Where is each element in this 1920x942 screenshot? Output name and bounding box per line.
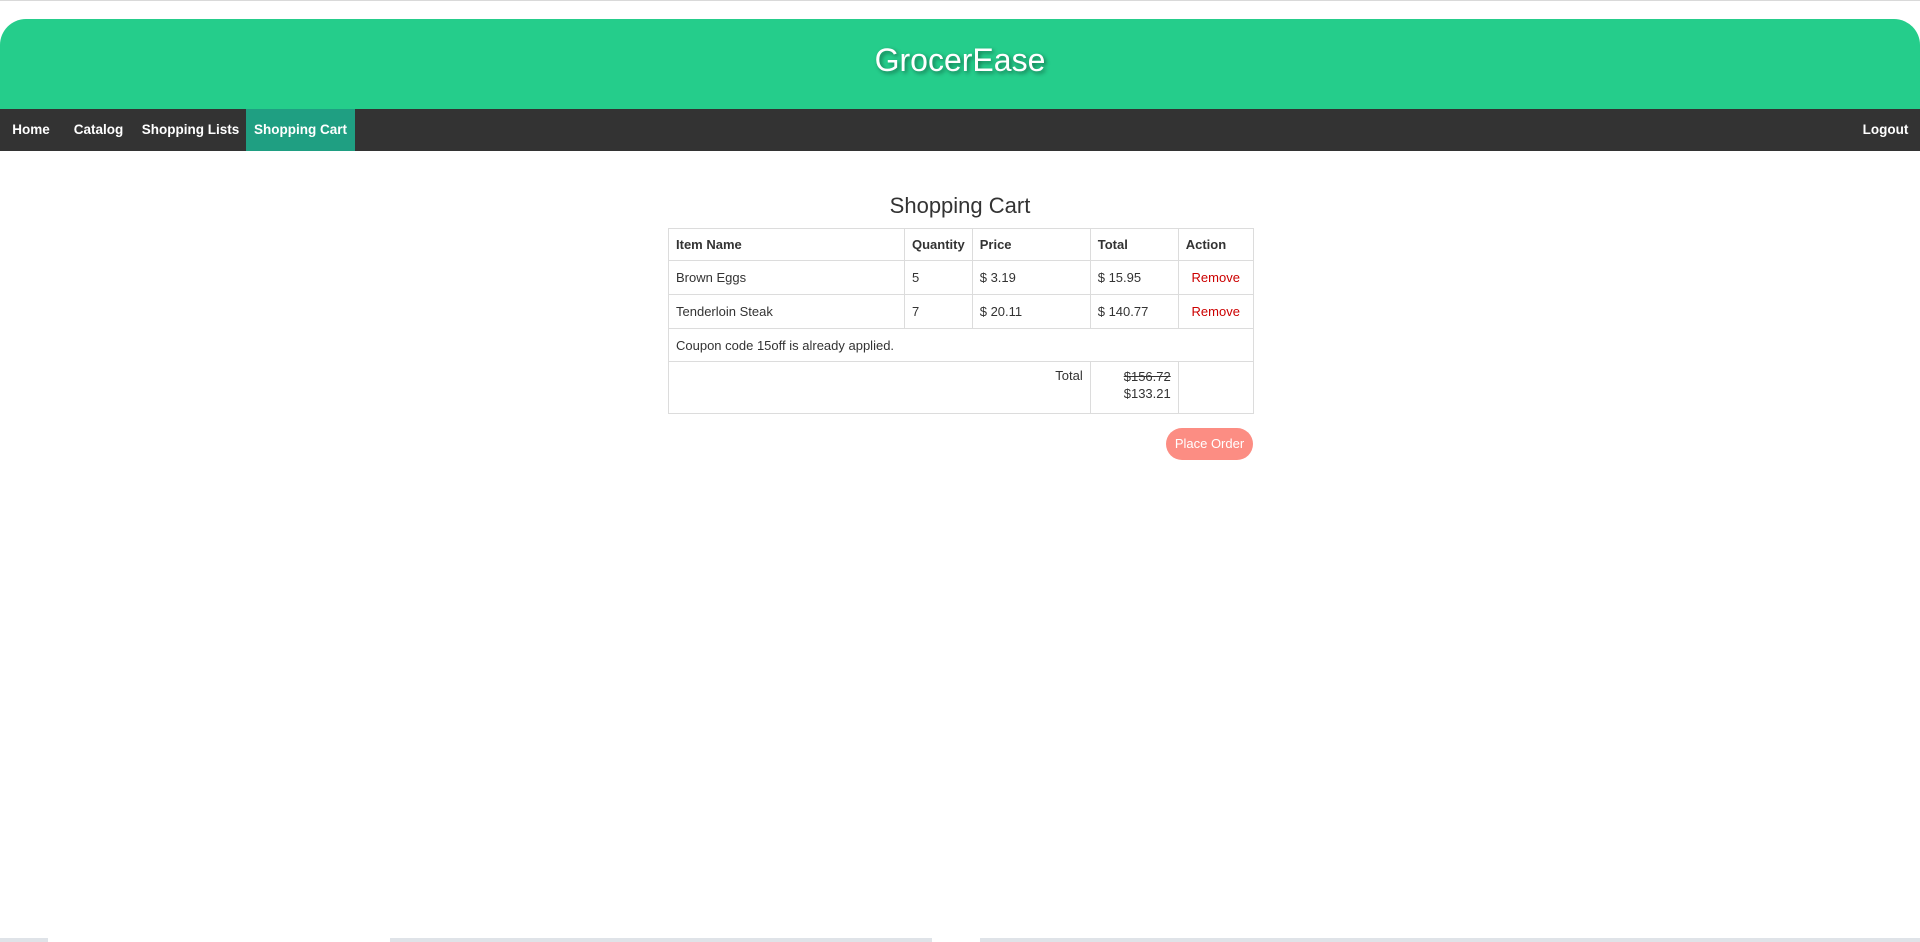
main-navbar: Home Catalog Shopping Lists Shopping Car…	[0, 109, 1920, 151]
column-header-item-name: Item Name	[668, 228, 905, 261]
table-row: Brown Eggs 5 $ 3.19 $ 15.95 Remove	[668, 260, 1254, 295]
top-border	[0, 0, 1920, 1]
nav-catalog[interactable]: Catalog	[62, 109, 135, 151]
total-label: Total	[668, 361, 1091, 414]
item-price: $ 20.11	[971, 294, 1091, 329]
nav-shopping-cart[interactable]: Shopping Cart	[246, 109, 355, 151]
item-price: $ 3.19	[971, 260, 1091, 295]
original-total: $156.72	[1123, 369, 1171, 384]
cart-table-header: Item Name Quantity Price Total Action	[668, 228, 1254, 261]
column-header-action: Action	[1177, 228, 1254, 261]
scrollbar-segment	[932, 938, 980, 942]
item-name: Brown Eggs	[668, 260, 905, 295]
item-total: $ 140.77	[1089, 294, 1179, 329]
remove-link[interactable]: Remove	[1192, 270, 1240, 285]
coupon-message: Coupon code 15off is already applied.	[668, 328, 1254, 362]
nav-home[interactable]: Home	[0, 109, 62, 151]
cart-heading: Shopping Cart	[889, 193, 1031, 218]
column-header-quantity: Quantity	[904, 228, 973, 261]
item-quantity: 7	[904, 294, 973, 329]
item-quantity: 5	[904, 260, 973, 295]
total-values: $156.72 $133.21	[1089, 361, 1179, 414]
total-empty-cell	[1177, 361, 1254, 414]
site-title: GrocerEase	[874, 42, 1046, 78]
total-row: Total $156.72 $133.21	[668, 361, 1254, 414]
site-header: GrocerEase	[0, 19, 1920, 109]
remove-link[interactable]: Remove	[1192, 304, 1240, 319]
discounted-total: $133.21	[1123, 386, 1171, 401]
nav-logout[interactable]: Logout	[1851, 109, 1920, 151]
item-total: $ 15.95	[1089, 260, 1179, 295]
column-header-total: Total	[1089, 228, 1179, 261]
place-order-button[interactable]: Place Order	[1166, 428, 1253, 460]
nav-shopping-lists[interactable]: Shopping Lists	[135, 109, 246, 151]
column-header-price: Price	[971, 228, 1091, 261]
action-cell: Remove	[1177, 260, 1254, 295]
coupon-row: Coupon code 15off is already applied.	[668, 328, 1254, 362]
horizontal-scrollbar[interactable]	[0, 938, 1920, 942]
scrollbar-segment	[48, 938, 390, 942]
action-cell: Remove	[1177, 294, 1254, 329]
item-name: Tenderloin Steak	[668, 294, 905, 329]
table-row: Tenderloin Steak 7 $ 20.11 $ 140.77 Remo…	[668, 294, 1254, 329]
cart-table: Item Name Quantity Price Total Action Br…	[668, 228, 1254, 414]
